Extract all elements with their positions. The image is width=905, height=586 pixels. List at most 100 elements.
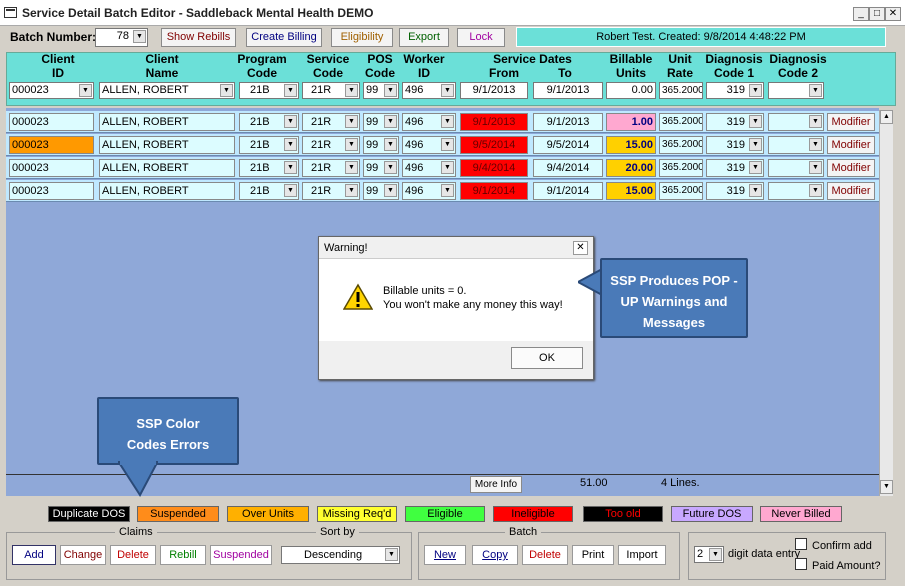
ok-button[interactable]: OK [511, 347, 583, 369]
row-pos-code[interactable]: 99 ▼ [363, 136, 399, 154]
row-billable-units[interactable]: 15.00 [606, 182, 656, 200]
entry-worker-id[interactable]: 496 ▼ [402, 82, 456, 99]
entry-client-id[interactable]: 000023 ▼ [9, 82, 94, 99]
scroll-up-icon[interactable]: ▲ [880, 110, 893, 124]
more-info-button[interactable]: More Info [470, 476, 522, 493]
row-program-code[interactable]: 21B ▼ [239, 182, 299, 200]
chevron-down-icon[interactable]: ▼ [384, 161, 397, 174]
chevron-down-icon[interactable]: ▼ [284, 161, 297, 174]
new-batch-button[interactable]: New [424, 545, 466, 565]
chevron-down-icon[interactable]: ▼ [749, 84, 762, 97]
row-diag-1[interactable]: 319 ▼ [706, 113, 764, 131]
row-diag-2[interactable]: ▼ [768, 182, 824, 200]
row-worker-id[interactable]: 496 ▼ [402, 159, 456, 177]
chevron-down-icon[interactable]: ▼ [284, 115, 297, 128]
print-batch-button[interactable]: Print [572, 545, 614, 565]
row-diag-1[interactable]: 319 ▼ [706, 159, 764, 177]
row-worker-id[interactable]: 496 ▼ [402, 136, 456, 154]
close-icon[interactable]: ✕ [885, 7, 901, 21]
chevron-down-icon[interactable]: ▼ [441, 115, 454, 128]
row-unit-rate[interactable]: 365.2000 [659, 182, 703, 200]
chevron-down-icon[interactable]: ▼ [809, 184, 822, 197]
create-billing-button[interactable]: Create Billing [246, 28, 322, 47]
export-button[interactable]: Export [399, 28, 449, 47]
row-client-id[interactable]: 000023 [9, 113, 94, 131]
add-claim-button[interactable]: Add [12, 545, 56, 565]
row-from-date[interactable]: 9/4/2014 [460, 159, 528, 177]
row-unit-rate[interactable]: 365.2000 [659, 113, 703, 131]
chevron-down-icon[interactable]: ▼ [709, 548, 722, 561]
row-to-date[interactable]: 9/4/2014 [533, 159, 603, 177]
batch-number-select[interactable]: 78 ▼ [95, 28, 148, 47]
row-client-id[interactable]: 000023 [9, 182, 94, 200]
digit-entry-select[interactable]: 2 ▼ [694, 546, 724, 563]
row-service-code[interactable]: 21R ▼ [302, 159, 360, 177]
row-modifier-button[interactable]: Modifier [827, 136, 875, 154]
row-from-date[interactable]: 9/1/2014 [460, 182, 528, 200]
row-billable-units[interactable]: 20.00 [606, 159, 656, 177]
copy-batch-button[interactable]: Copy [472, 545, 518, 565]
row-modifier-button[interactable]: Modifier [827, 159, 875, 177]
entry-unit-rate[interactable]: 365.2000 [659, 82, 703, 99]
chevron-down-icon[interactable]: ▼ [749, 138, 762, 151]
row-program-code[interactable]: 21B ▼ [239, 159, 299, 177]
chevron-down-icon[interactable]: ▼ [345, 184, 358, 197]
paid-amount-checkbox[interactable] [795, 558, 807, 570]
chevron-down-icon[interactable]: ▼ [284, 84, 297, 97]
dialog-close-icon[interactable]: ✕ [573, 241, 588, 255]
entry-program-code[interactable]: 21B ▼ [239, 82, 299, 99]
entry-service-code[interactable]: 21R ▼ [302, 82, 360, 99]
entry-diag-2[interactable]: ▼ [768, 82, 824, 99]
chevron-down-icon[interactable]: ▼ [384, 84, 397, 97]
chevron-down-icon[interactable]: ▼ [384, 184, 397, 197]
suspended-claim-button[interactable]: Suspended [210, 545, 272, 565]
chevron-down-icon[interactable]: ▼ [749, 161, 762, 174]
chevron-down-icon[interactable]: ▼ [79, 84, 92, 97]
row-modifier-button[interactable]: Modifier [827, 113, 875, 131]
chevron-down-icon[interactable]: ▼ [385, 548, 398, 561]
row-modifier-button[interactable]: Modifier [827, 182, 875, 200]
eligibility-button[interactable]: Eligibility [331, 28, 393, 47]
row-from-date[interactable]: 9/5/2014 [460, 136, 528, 154]
row-pos-code[interactable]: 99 ▼ [363, 113, 399, 131]
row-diag-1[interactable]: 319 ▼ [706, 182, 764, 200]
show-rebills-button[interactable]: Show Rebills [161, 28, 236, 47]
entry-pos-code[interactable]: 99 ▼ [363, 82, 399, 99]
chevron-down-icon[interactable]: ▼ [441, 161, 454, 174]
chevron-down-icon[interactable]: ▼ [345, 161, 358, 174]
row-to-date[interactable]: 9/1/2014 [533, 182, 603, 200]
chevron-down-icon[interactable]: ▼ [384, 138, 397, 151]
row-service-code[interactable]: 21R ▼ [302, 113, 360, 131]
sort-select[interactable]: Descending ▼ [281, 546, 400, 564]
rebill-claim-button[interactable]: Rebill [160, 545, 206, 565]
chevron-down-icon[interactable]: ▼ [220, 84, 233, 97]
row-client-name[interactable]: ALLEN, ROBERT [99, 182, 235, 200]
chevron-down-icon[interactable]: ▼ [809, 84, 822, 97]
row-client-name[interactable]: ALLEN, ROBERT [99, 159, 235, 177]
row-program-code[interactable]: 21B ▼ [239, 136, 299, 154]
row-worker-id[interactable]: 496 ▼ [402, 182, 456, 200]
row-diag-2[interactable]: ▼ [768, 136, 824, 154]
entry-client-name[interactable]: ALLEN, ROBERT ▼ [99, 82, 235, 99]
row-diag-2[interactable]: ▼ [768, 113, 824, 131]
delete-batch-button[interactable]: Delete [522, 545, 568, 565]
confirm-add-checkbox[interactable] [795, 538, 807, 550]
row-client-id[interactable]: 000023 [9, 159, 94, 177]
chevron-down-icon[interactable]: ▼ [284, 138, 297, 151]
row-worker-id[interactable]: 496 ▼ [402, 113, 456, 131]
delete-claim-button[interactable]: Delete [110, 545, 156, 565]
chevron-down-icon[interactable]: ▼ [133, 30, 146, 43]
chevron-down-icon[interactable]: ▼ [345, 115, 358, 128]
row-billable-units[interactable]: 1.00 [606, 113, 656, 131]
row-service-code[interactable]: 21R ▼ [302, 182, 360, 200]
change-claim-button[interactable]: Change [60, 545, 106, 565]
import-batch-button[interactable]: Import [618, 545, 666, 565]
minimize-icon[interactable]: _ [853, 7, 869, 21]
row-service-code[interactable]: 21R ▼ [302, 136, 360, 154]
chevron-down-icon[interactable]: ▼ [284, 184, 297, 197]
row-pos-code[interactable]: 99 ▼ [363, 182, 399, 200]
row-client-name[interactable]: ALLEN, ROBERT [99, 113, 235, 131]
entry-from-date[interactable]: 9/1/2013 [460, 82, 528, 99]
row-to-date[interactable]: 9/1/2013 [533, 113, 603, 131]
scroll-down-icon[interactable]: ▼ [880, 480, 893, 494]
